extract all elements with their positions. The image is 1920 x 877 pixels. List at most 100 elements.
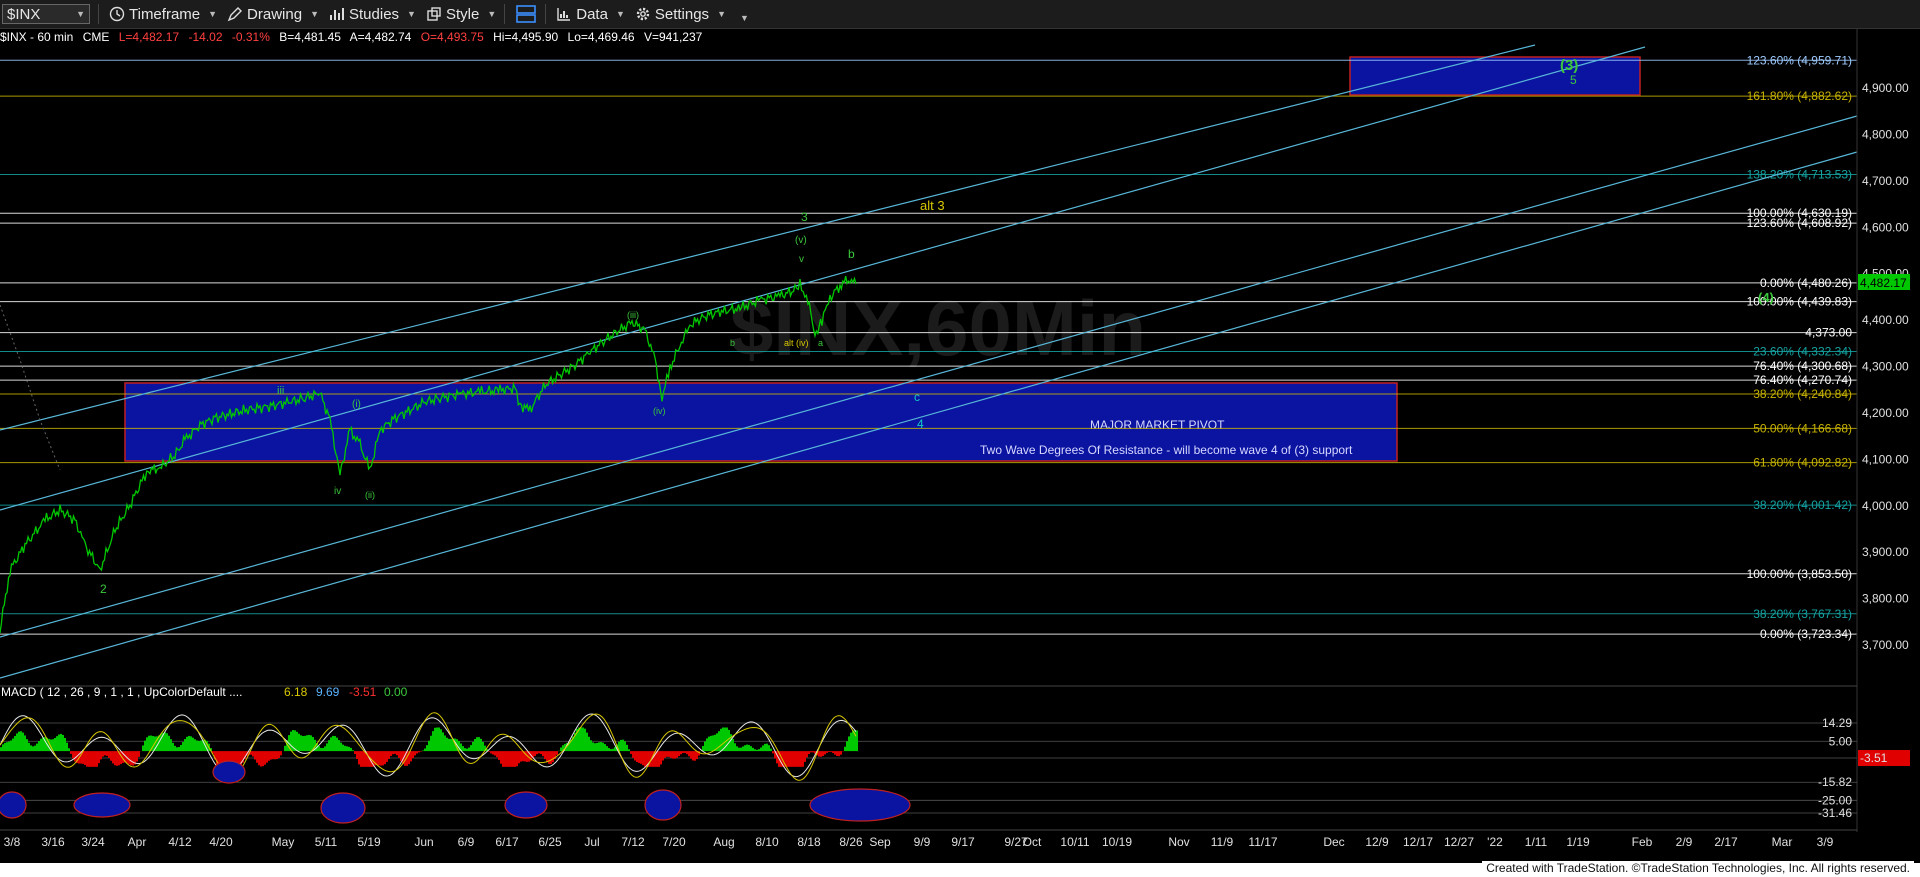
macd-bar (8, 741, 10, 752)
macd-bar (196, 740, 198, 752)
svg-text:-3.51: -3.51 (349, 685, 377, 699)
macd-bar (706, 738, 708, 752)
price-tick: 4,700.00 (1862, 174, 1909, 188)
macd-bar (318, 746, 320, 752)
macd-bar (834, 751, 836, 755)
macd-bar (642, 751, 644, 766)
macd-bar (718, 731, 720, 752)
fib-label: 100.00% (3,853.50) (1747, 567, 1852, 581)
macd-bar (620, 739, 622, 752)
wave-label: v (799, 254, 804, 265)
macd-bar (500, 751, 502, 764)
macd-bar (660, 751, 662, 765)
macd-bar (136, 751, 138, 762)
date-tick: 9/9 (914, 835, 931, 849)
macd-bar (602, 742, 604, 752)
macd-histogram (0, 727, 858, 767)
macd-bar (636, 751, 638, 763)
macd-bar (808, 751, 810, 754)
macd-bar (382, 751, 384, 766)
wave-label: alt (iv) (784, 338, 809, 348)
macd-bar (790, 751, 792, 767)
macd-bar (352, 750, 354, 752)
fib-label: 123.60% (4,608.92) (1747, 216, 1852, 230)
macd-bar (306, 735, 308, 752)
macd-bar (596, 742, 598, 752)
macd-bar (4, 742, 6, 752)
date-tick: 12/17 (1403, 835, 1433, 849)
macd-bar (56, 736, 58, 752)
macd-bar (830, 751, 832, 752)
date-tick: 3/8 (4, 835, 21, 849)
macd-bar (464, 748, 466, 752)
macd-bar (262, 751, 264, 767)
macd-bar (278, 751, 280, 758)
date-tick: Jul (584, 835, 599, 849)
macd-bar (386, 751, 388, 762)
date-tick: 4/12 (168, 835, 192, 849)
macd-bar (552, 751, 554, 763)
macd-bar (436, 727, 438, 752)
fib-label: 61.80% (4,092.82) (1753, 456, 1852, 470)
date-tick: 1/19 (1566, 835, 1590, 849)
macd-bar (628, 749, 630, 752)
macd-bar (350, 747, 352, 752)
macd-bar (626, 744, 628, 752)
macd-bar (90, 751, 92, 767)
macd-bar (304, 735, 306, 752)
date-tick: 2/9 (1676, 835, 1693, 849)
date-tick: 6/17 (495, 835, 519, 849)
svg-text:MACD ( 12 , 26 , 9 , 1 , 1 , U: MACD ( 12 , 26 , 9 , 1 , 1 , UpColorDefa… (1, 685, 242, 699)
macd-bar (40, 738, 42, 752)
date-axis[interactable]: 3/8 3/16 3/24 Apr 4/12 4/20 May 5/11 5/19 Jun 6/9 6… (4, 835, 1834, 849)
fib-label: 38.20% (4,240.84) (1753, 387, 1852, 401)
macd-bar (448, 738, 450, 752)
macd-tick: 5.00 (1829, 734, 1853, 748)
macd-bar (412, 751, 414, 759)
macd-bar (170, 739, 172, 752)
last-price-tag-label: 4,482.17 (1860, 276, 1907, 290)
macd-bar (792, 751, 794, 767)
macd-bar (96, 751, 98, 767)
macd-bar (320, 747, 322, 752)
date-tick: Feb (1632, 835, 1653, 849)
price-axis[interactable]: 4,900.004,800.004,700.004,600.004,500.00… (1862, 81, 1909, 652)
macd-bar (600, 742, 602, 752)
macd-bar (0, 747, 2, 752)
macd-bar (744, 745, 746, 752)
fib-label: 50.00% (4,166.68) (1753, 421, 1852, 435)
macd-bar (36, 743, 38, 752)
macd-bar (546, 751, 548, 763)
macd-bar (258, 751, 260, 766)
macd-bar (692, 751, 694, 761)
macd-bar (308, 734, 310, 752)
macd-bar (832, 751, 834, 754)
macd-bar (298, 733, 300, 752)
macd-bar (142, 745, 144, 752)
macd-bar (144, 740, 146, 752)
date-tick: Aug (713, 835, 734, 849)
macd-bar (762, 745, 764, 752)
macd-bar (604, 744, 606, 752)
macd-bar (590, 740, 592, 752)
macd-bar (360, 751, 362, 767)
macd-bar (398, 751, 400, 758)
macd-bar (850, 732, 852, 752)
macd-bar (750, 746, 752, 752)
macd-bar (556, 751, 558, 755)
macd-bar (688, 751, 690, 757)
macd-bar (462, 746, 464, 752)
macd-bar (198, 740, 200, 752)
price-tick: 4,600.00 (1862, 220, 1909, 234)
macd-bar (710, 735, 712, 752)
macd-bar (714, 734, 716, 752)
macd-bar (302, 736, 304, 752)
macd-ellipses (0, 760, 911, 824)
price-chart[interactable]: $INX,60Min MAJOR MARKET PIVOT Two Wave D… (0, 0, 1920, 877)
macd-bar (176, 747, 178, 752)
chart-watermark: $INX,60Min (730, 284, 1146, 372)
macd-bar (114, 751, 116, 766)
wave-label: 5 (1570, 73, 1577, 87)
macd-bar (268, 751, 270, 761)
macd-bar (512, 751, 514, 767)
